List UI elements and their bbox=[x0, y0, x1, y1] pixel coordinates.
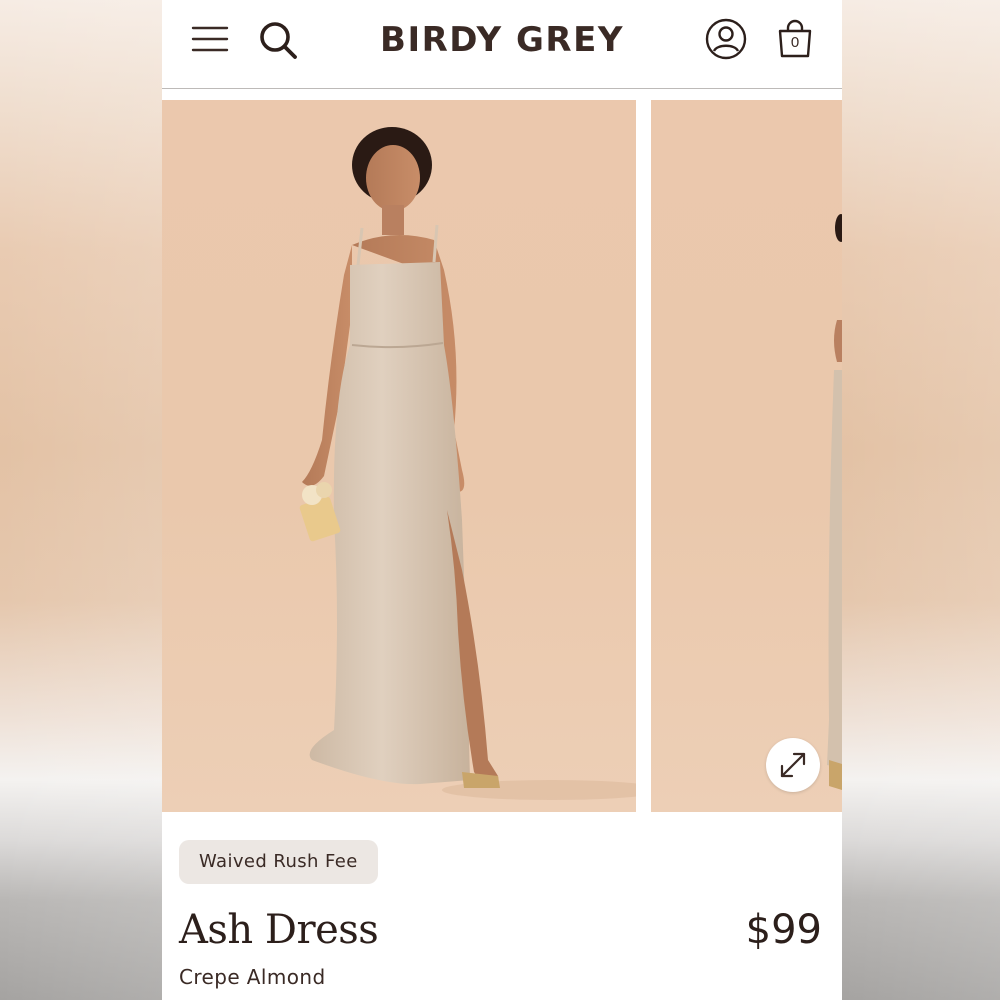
site-header: BIRDY GREY 0 bbox=[162, 0, 842, 89]
product-image-front[interactable] bbox=[162, 100, 636, 812]
search-icon bbox=[260, 22, 297, 59]
product-price: $99 bbox=[745, 907, 822, 953]
brand-logo[interactable]: BIRDY GREY bbox=[352, 20, 652, 60]
rush-fee-badge: Waived Rush Fee bbox=[179, 840, 378, 884]
account-icon bbox=[705, 18, 747, 60]
product-title: Ash Dress bbox=[179, 907, 379, 953]
product-color: Crepe Almond bbox=[179, 965, 326, 989]
hamburger-menu-icon bbox=[191, 26, 229, 52]
model-figure-side bbox=[827, 214, 842, 790]
menu-button[interactable] bbox=[188, 20, 232, 58]
account-button[interactable] bbox=[704, 17, 748, 61]
search-button[interactable] bbox=[256, 18, 300, 62]
expand-image-button[interactable] bbox=[766, 738, 820, 792]
blurred-backdrop-right bbox=[842, 0, 1000, 1000]
blurred-backdrop-left bbox=[0, 0, 162, 1000]
model-figure-front bbox=[299, 127, 636, 800]
product-image-gallery[interactable] bbox=[162, 100, 842, 812]
product-page: BIRDY GREY 0 Waived Rush Fee Ash Dress $… bbox=[162, 0, 842, 1000]
cart-count: 0 bbox=[790, 34, 800, 51]
cart-button[interactable]: 0 bbox=[774, 17, 816, 61]
product-image-side[interactable] bbox=[651, 100, 842, 812]
expand-arrows-icon bbox=[780, 752, 806, 778]
